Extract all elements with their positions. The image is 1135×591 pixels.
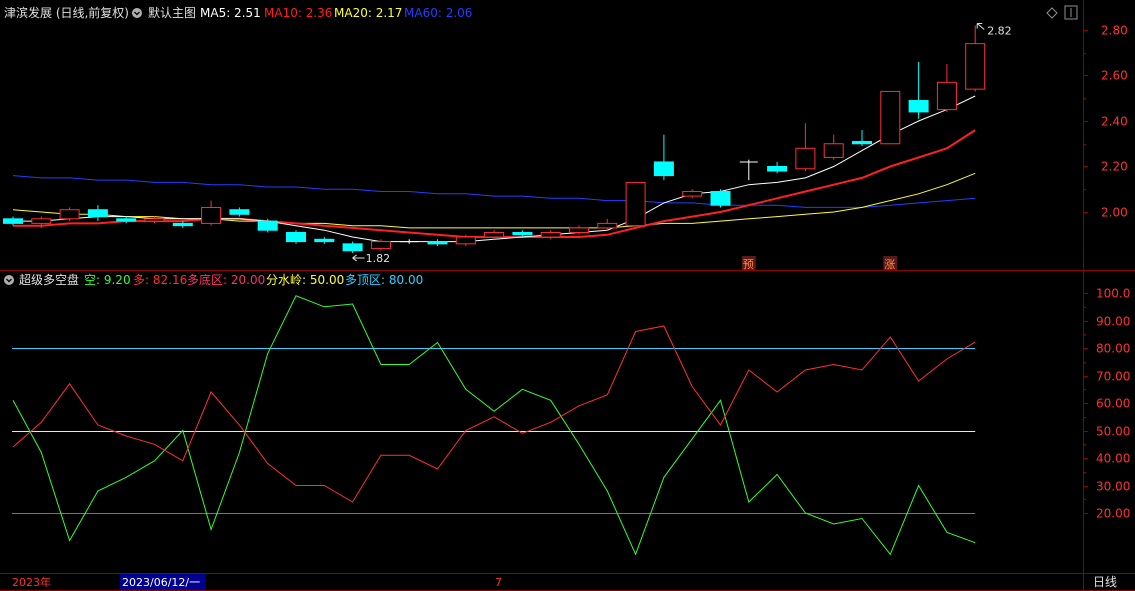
duo-top-zone-value: 多顶区: 80.00 — [345, 273, 423, 287]
candle-body — [229, 209, 250, 215]
kong-value: 空: 9.20 — [84, 273, 131, 287]
footer-month: 7 — [495, 576, 502, 589]
candle — [59, 207, 80, 222]
candle-body — [144, 218, 165, 222]
candle-body — [427, 241, 448, 245]
candle-body — [965, 43, 986, 90]
candle-body — [936, 81, 957, 111]
duo-bottom-zone-value: 多底区: 20.00 — [187, 272, 265, 287]
chevron-down-icon[interactable] — [132, 8, 142, 18]
candle-body — [512, 231, 533, 236]
ma5-label: MA5: 2.51 — [200, 6, 261, 20]
candle-body — [484, 231, 505, 238]
candle-body — [682, 191, 703, 197]
indicator-tick-label: 30.00 — [1096, 480, 1130, 494]
candle-body — [257, 220, 278, 231]
indicator-tick-label: 80.00 — [1096, 342, 1130, 356]
candle-body — [880, 90, 901, 145]
high-price-label: 2.82 — [987, 24, 1012, 37]
candle-body — [540, 231, 561, 238]
price-tick-label: 2.20 — [1101, 160, 1128, 174]
candle-body — [172, 222, 193, 227]
price-tick-label: 2.00 — [1101, 206, 1128, 220]
candle-body — [625, 181, 646, 227]
period-button[interactable]: 日线 — [1093, 575, 1117, 589]
bottom-header: 超级多空盘 空: 9.20 多: 82.16 多底区: 20.00 分水岭: 5… — [4, 272, 423, 287]
footer-date[interactable]: 2023/06/12/一 — [122, 576, 200, 589]
candle — [880, 90, 901, 145]
background — [0, 0, 1135, 591]
price-tick-label: 2.40 — [1101, 115, 1128, 129]
indicator-name[interactable]: 超级多空盘 — [19, 272, 79, 287]
candle-body — [852, 140, 872, 145]
candle-body — [653, 161, 674, 177]
price-tick-label: 2.60 — [1101, 69, 1128, 83]
candle-body — [597, 222, 618, 229]
candle-body — [31, 218, 52, 224]
candle-body — [823, 143, 844, 158]
ma60-label: MA60: 2.06 — [404, 6, 472, 20]
stock-title: 津滨发展 (日线,前复权) — [4, 5, 129, 20]
indicator-tick-label: 70.00 — [1096, 370, 1130, 384]
indicator-tick-label: 90.00 — [1096, 315, 1130, 329]
candle-body — [795, 147, 816, 170]
chart-stage: 津滨发展 (日线,前复权) 默认主图 MA5: 2.51 MA10: 2.36 … — [0, 0, 1135, 591]
candle-body — [370, 241, 391, 249]
candle-body — [767, 166, 788, 172]
candle — [710, 189, 731, 208]
candle-body — [342, 243, 363, 252]
indicator-tick-label: 40.00 — [1096, 452, 1130, 466]
indicator-tick-label: 60.00 — [1096, 397, 1130, 411]
event-marker: 预 — [741, 256, 756, 271]
candle — [625, 181, 646, 227]
candle-body — [455, 236, 476, 245]
main-chart-label[interactable]: 默认主图 — [148, 5, 196, 20]
candle-body — [286, 231, 306, 243]
candle-body — [569, 227, 589, 233]
candle-body — [908, 100, 929, 113]
footer-year: 2023年 — [12, 575, 51, 589]
candle-body — [3, 218, 23, 224]
event-marker: 涨 — [883, 256, 898, 271]
candle-body — [201, 206, 222, 224]
candle-body — [116, 218, 137, 222]
low-price-label: 1.82 — [366, 252, 391, 265]
candle-body — [710, 191, 731, 206]
stock-chart[interactable]: 津滨发展 (日线,前复权) 默认主图 MA5: 2.51 MA10: 2.36 … — [0, 0, 1135, 591]
watershed-value: 分水岭: 50.00 — [266, 273, 344, 287]
indicator-tick-label: 50.00 — [1096, 425, 1130, 439]
candle-body — [87, 209, 108, 218]
event-marker-label: 涨 — [884, 258, 895, 271]
price-tick-label: 2.80 — [1101, 24, 1128, 38]
indicator-tick-label: 100.0 — [1096, 287, 1130, 301]
indicator-tick-label: 20.00 — [1096, 507, 1130, 521]
candle — [257, 218, 278, 233]
ma20-label: MA20: 2.17 — [334, 6, 402, 20]
candle-body — [314, 238, 335, 243]
candle-body — [59, 209, 80, 220]
duo-value: 多: 82.16 — [133, 273, 187, 287]
event-marker-label: 预 — [743, 258, 754, 271]
ma10-label: MA10: 2.36 — [264, 6, 332, 20]
candle — [286, 230, 306, 244]
chevron-down-icon[interactable] — [4, 275, 14, 285]
